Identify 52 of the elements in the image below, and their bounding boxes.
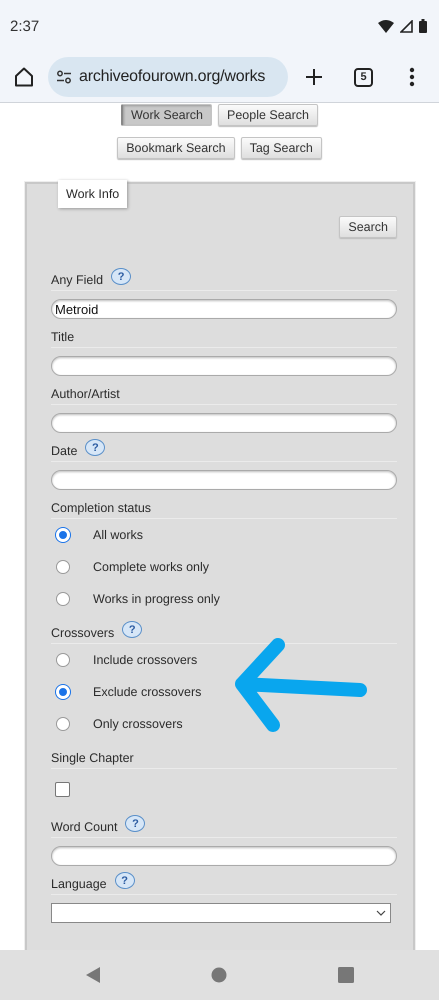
option-label: Include crossovers: [93, 653, 198, 667]
signal-icon: [400, 20, 413, 32]
field-label: Language: [51, 877, 107, 891]
search-tab[interactable]: Work Search: [120, 104, 212, 126]
recents-icon[interactable]: [338, 967, 354, 983]
field-label: Completion status: [51, 501, 152, 515]
home-icon[interactable]: [13, 66, 35, 88]
field-label: Any Field: [51, 273, 104, 287]
help-button[interactable]: ?: [114, 872, 135, 889]
text-field[interactable]: [51, 413, 397, 433]
panel-legend: Work Info: [58, 180, 128, 208]
site-settings-icon[interactable]: [56, 70, 72, 84]
search-tab[interactable]: People Search: [218, 104, 318, 126]
checkbox[interactable]: [55, 782, 70, 796]
field-label: Author/Artist: [51, 387, 120, 401]
text-field[interactable]: [51, 846, 397, 866]
field-label: Word Count: [51, 820, 118, 834]
option-label: Complete works only: [93, 560, 210, 574]
status-time: 2:37: [10, 18, 40, 34]
text-field[interactable]: Metroid: [51, 299, 397, 319]
search-tab[interactable]: Tag Search: [240, 137, 322, 159]
back-icon[interactable]: [85, 967, 102, 983]
field-label: Crossovers: [51, 626, 114, 640]
help-button[interactable]: ?: [111, 268, 132, 285]
field-label: Title: [51, 330, 74, 344]
option-label: Works in progress only: [93, 592, 220, 606]
text-field[interactable]: [51, 470, 397, 490]
new-tab-icon[interactable]: [305, 68, 323, 86]
battery-icon: [419, 19, 427, 33]
radio-button[interactable]: [56, 717, 70, 731]
menu-icon[interactable]: [409, 67, 415, 87]
address-bar[interactable]: archiveofourown.org/works: [48, 57, 288, 97]
help-button[interactable]: ?: [122, 621, 142, 638]
chevron-icon: [376, 910, 386, 916]
home-button-icon[interactable]: [211, 967, 228, 983]
select-field[interactable]: [51, 903, 391, 923]
radio-button[interactable]: [56, 653, 70, 667]
field-label: Single Chapter: [51, 751, 134, 765]
url-text: archiveofourown.org/works: [79, 68, 266, 86]
radio-button[interactable]: [56, 592, 70, 606]
radio-button[interactable]: [56, 560, 70, 574]
field-label: Date: [51, 444, 78, 458]
option-label: Exclude crossovers: [93, 685, 202, 699]
text-field[interactable]: [51, 356, 397, 376]
search-button[interactable]: Search: [339, 216, 397, 238]
option-label: Only crossovers: [93, 717, 183, 731]
help-button[interactable]: ?: [85, 439, 106, 456]
option-label: All works: [93, 528, 144, 542]
tab-count-button[interactable]: 5: [354, 68, 373, 86]
wifi-icon: [378, 20, 394, 32]
help-button[interactable]: ?: [125, 815, 146, 832]
search-tab[interactable]: Bookmark Search: [117, 137, 235, 159]
